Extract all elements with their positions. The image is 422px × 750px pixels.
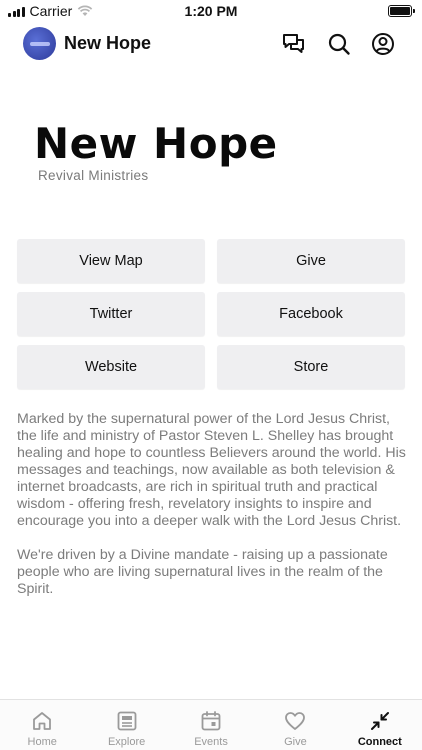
- avatar[interactable]: [23, 27, 56, 60]
- tab-home[interactable]: Home: [0, 700, 84, 750]
- status-time: 1:20 PM: [184, 3, 238, 19]
- twitter-button[interactable]: Twitter: [17, 292, 205, 336]
- tab-bar: Home Explore Events Give Connect: [0, 699, 422, 750]
- tab-explore[interactable]: Explore: [84, 700, 168, 750]
- ministry-logo: New Hope Revival Ministries: [34, 119, 278, 184]
- tab-give[interactable]: Give: [253, 700, 337, 750]
- description-paragraph: We're driven by a Divine mandate - raisi…: [17, 547, 388, 597]
- facebook-button[interactable]: Facebook: [217, 292, 405, 336]
- app-header: New Hope: [0, 22, 422, 66]
- tab-label: Explore: [107, 736, 146, 748]
- store-button[interactable]: Store: [217, 345, 405, 389]
- tab-connect[interactable]: Connect: [338, 700, 422, 750]
- link-button-grid: View Map Give Twitter Facebook Website S…: [17, 239, 405, 389]
- ministry-description: Marked by the supernatural power of the …: [17, 411, 407, 598]
- tab-label: Connect: [357, 736, 402, 748]
- search-icon[interactable]: [326, 31, 352, 57]
- profile-icon[interactable]: [370, 31, 396, 57]
- status-bar: Carrier 1:20 PM: [0, 0, 422, 22]
- tab-label: Home: [27, 736, 57, 748]
- home-icon: [30, 709, 54, 733]
- tab-label: Give: [284, 736, 307, 748]
- tab-label: Events: [194, 736, 228, 748]
- logo-title: New Hope: [34, 119, 278, 168]
- description-paragraph: Marked by the supernatural power of the …: [17, 411, 406, 529]
- tab-events[interactable]: Events: [169, 700, 253, 750]
- website-button[interactable]: Website: [17, 345, 205, 389]
- calendar-icon: [199, 709, 223, 733]
- logo-subtitle: Revival Ministries: [38, 168, 149, 183]
- header-title: New Hope: [64, 33, 152, 53]
- view-map-button[interactable]: View Map: [17, 239, 205, 283]
- heart-icon: [283, 709, 307, 733]
- explore-icon: [115, 709, 139, 733]
- battery-icon: [388, 5, 415, 17]
- chat-icon[interactable]: [281, 31, 307, 57]
- give-button[interactable]: Give: [217, 239, 405, 283]
- connect-icon: [368, 709, 392, 733]
